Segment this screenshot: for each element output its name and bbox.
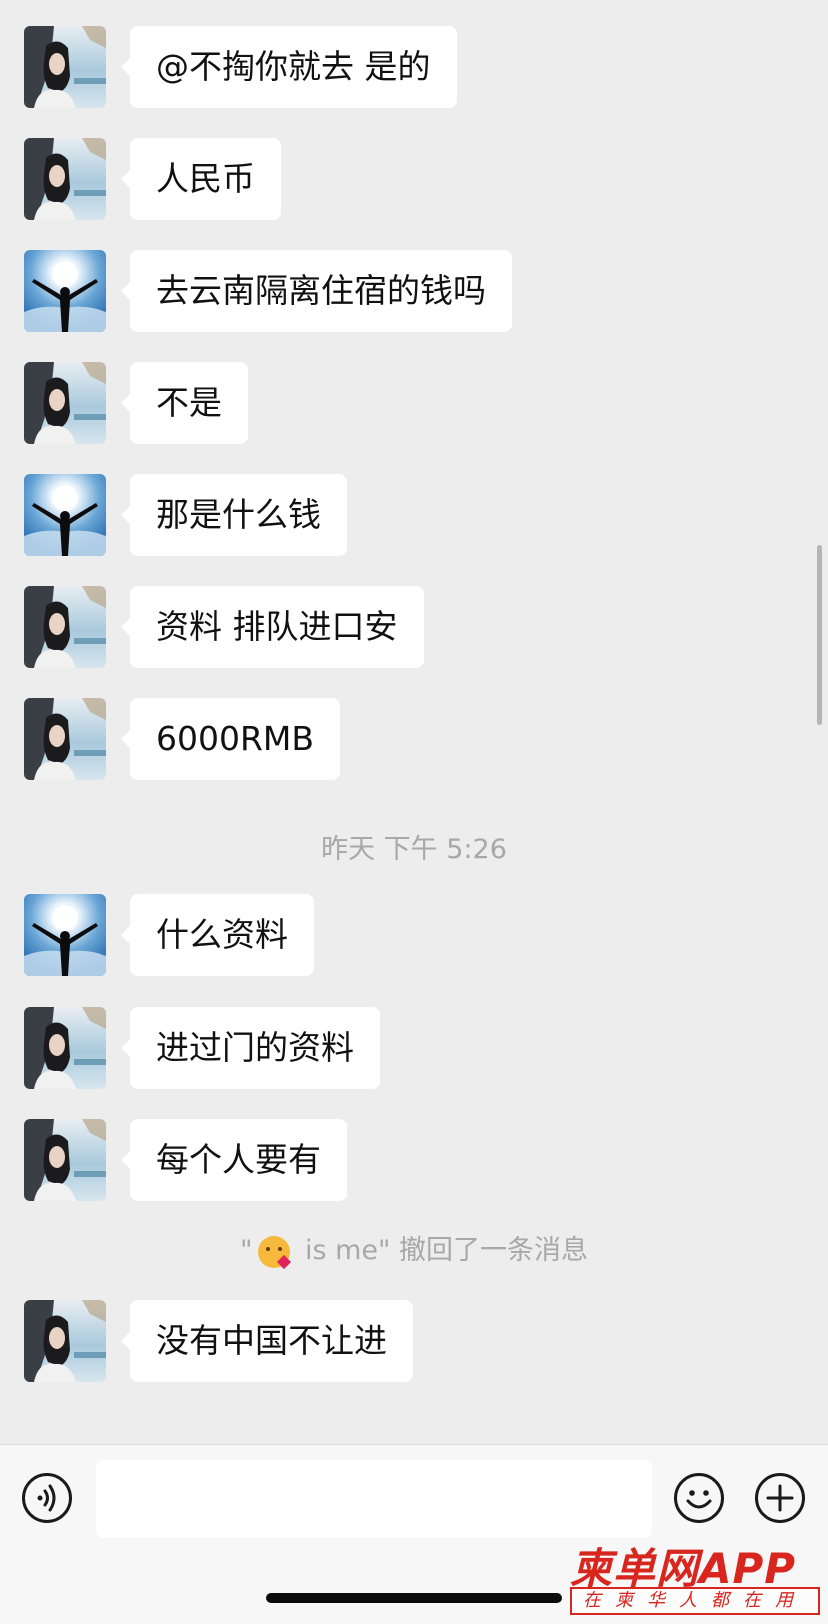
voice-icon xyxy=(37,1484,56,1512)
message-bubble[interactable]: 不是 xyxy=(121,362,248,444)
voice-button[interactable] xyxy=(22,1473,72,1523)
message-bubble[interactable]: 资料 排队进口安 xyxy=(121,586,424,668)
message-bubble[interactable]: 那是什么钱 xyxy=(121,474,347,556)
avatar[interactable] xyxy=(24,1007,106,1089)
avatar[interactable] xyxy=(24,138,106,220)
message-bubble[interactable]: 人民币 xyxy=(121,138,281,220)
plus-icon xyxy=(766,1484,794,1512)
plus-button[interactable] xyxy=(755,1473,805,1523)
message-bubble[interactable]: 什么资料 xyxy=(121,894,314,976)
watermark-subtitle: 在柬华人都在用 xyxy=(570,1587,820,1615)
kissing-face-emoji-icon xyxy=(258,1235,291,1268)
scrollbar[interactable] xyxy=(817,545,822,725)
avatar[interactable] xyxy=(24,1300,106,1382)
message-bubble[interactable]: 进过门的资料 xyxy=(121,1007,380,1089)
avatar[interactable] xyxy=(24,474,106,556)
message-bubble[interactable]: 去云南隔离住宿的钱吗 xyxy=(121,250,512,332)
emoji-smile-icon xyxy=(686,1490,712,1509)
avatar[interactable] xyxy=(24,698,106,780)
recall-notice-prefix: " xyxy=(239,1235,253,1266)
home-indicator[interactable] xyxy=(266,1593,562,1603)
avatar[interactable] xyxy=(24,586,106,668)
timestamp: 昨天 下午 5:26 xyxy=(321,834,507,865)
avatar[interactable] xyxy=(24,894,106,976)
recall-notice-text: is me" 撤回了一条消息 xyxy=(296,1235,589,1266)
message-bubble[interactable]: @不掏你就去 是的 xyxy=(121,26,457,108)
message-bubble[interactable]: 没有中国不让进 xyxy=(121,1300,413,1382)
message-bubble[interactable]: 每个人要有 xyxy=(121,1119,347,1201)
avatar[interactable] xyxy=(24,26,106,108)
avatar[interactable] xyxy=(24,362,106,444)
avatar[interactable] xyxy=(24,1119,106,1201)
recall-notice: " is me" 撤回了一条消息 xyxy=(0,1228,828,1268)
avatar[interactable] xyxy=(24,250,106,332)
emoji-button[interactable] xyxy=(674,1473,724,1523)
message-bubble[interactable]: 6000RMB xyxy=(120,698,341,780)
watermark: 柬单网APP 在柬华人都在用 xyxy=(570,1535,822,1619)
message-input[interactable] xyxy=(96,1460,652,1538)
chat-history: @不掏你就去 是的 人民币 去云南隔离住宿的钱吗 不是 那是什么钱 资料 排队进… xyxy=(0,0,828,1444)
